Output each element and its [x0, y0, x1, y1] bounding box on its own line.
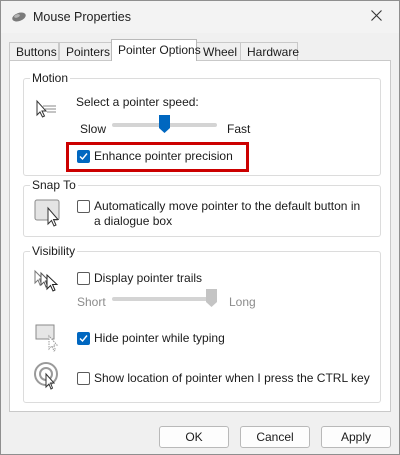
cancel-button[interactable]: Cancel: [240, 426, 310, 448]
fast-label: Fast: [227, 122, 251, 136]
enhance-precision-checkbox[interactable]: [77, 150, 90, 163]
snap-to-icon: [34, 198, 66, 231]
tab-wheel[interactable]: Wheel: [196, 42, 241, 61]
snap-to-group: Snap To Automatically move pointer to th…: [23, 178, 381, 237]
tab-buttons[interactable]: Buttons: [9, 42, 59, 61]
pointer-speed-icon: [34, 97, 60, 126]
window-title: Mouse Properties: [33, 10, 131, 24]
snap-to-checkbox[interactable]: [77, 200, 90, 213]
snap-to-group-title: Snap To: [30, 178, 78, 192]
close-icon: [370, 10, 382, 24]
hide-pointer-icon: [33, 322, 63, 355]
hide-pointer-checkbox[interactable]: [77, 332, 90, 345]
apply-button[interactable]: Apply: [321, 426, 391, 448]
slow-label: Slow: [80, 122, 107, 136]
title-bar: Mouse Properties: [1, 1, 399, 33]
tab-hardware[interactable]: Hardware: [240, 42, 299, 61]
pointer-trails-slider[interactable]: [112, 297, 217, 301]
show-location-checkbox[interactable]: [77, 372, 90, 385]
close-button[interactable]: [353, 1, 399, 33]
motion-group: Motion Select a pointer speed: Slow Fast…: [23, 71, 381, 176]
show-location-label: Show location of pointer when I press th…: [94, 371, 370, 385]
tab-pointer-options[interactable]: Pointer Options: [111, 39, 201, 61]
mouse-icon: [11, 11, 27, 23]
mouse-properties-window: Mouse Properties Buttons Pointers Pointe…: [0, 0, 400, 455]
hide-pointer-label: Hide pointer while typing: [94, 331, 225, 345]
visibility-group-title: Visibility: [30, 244, 78, 258]
pointer-trails-slider-thumb[interactable]: [206, 289, 217, 307]
short-label: Short: [77, 295, 106, 309]
pointer-trails-checkbox[interactable]: [77, 272, 90, 285]
pointer-speed-label: Select a pointer speed:: [76, 95, 199, 109]
pointer-location-icon: [33, 361, 63, 394]
tab-pointers[interactable]: Pointers: [59, 42, 112, 61]
visibility-group: Visibility Display pointer trails Short …: [23, 244, 381, 403]
snap-to-label: Automatically move pointer to the defaul…: [94, 199, 361, 228]
enhance-precision-label: Enhance pointer precision: [94, 149, 233, 163]
ok-button[interactable]: OK: [159, 426, 229, 448]
long-label: Long: [229, 295, 256, 309]
pointer-trails-icon: [33, 268, 63, 297]
pointer-options-panel: Motion Select a pointer speed: Slow Fast…: [9, 60, 391, 412]
motion-group-title: Motion: [30, 71, 71, 85]
pointer-trails-label: Display pointer trails: [94, 271, 203, 285]
pointer-speed-slider-thumb[interactable]: [159, 115, 170, 133]
